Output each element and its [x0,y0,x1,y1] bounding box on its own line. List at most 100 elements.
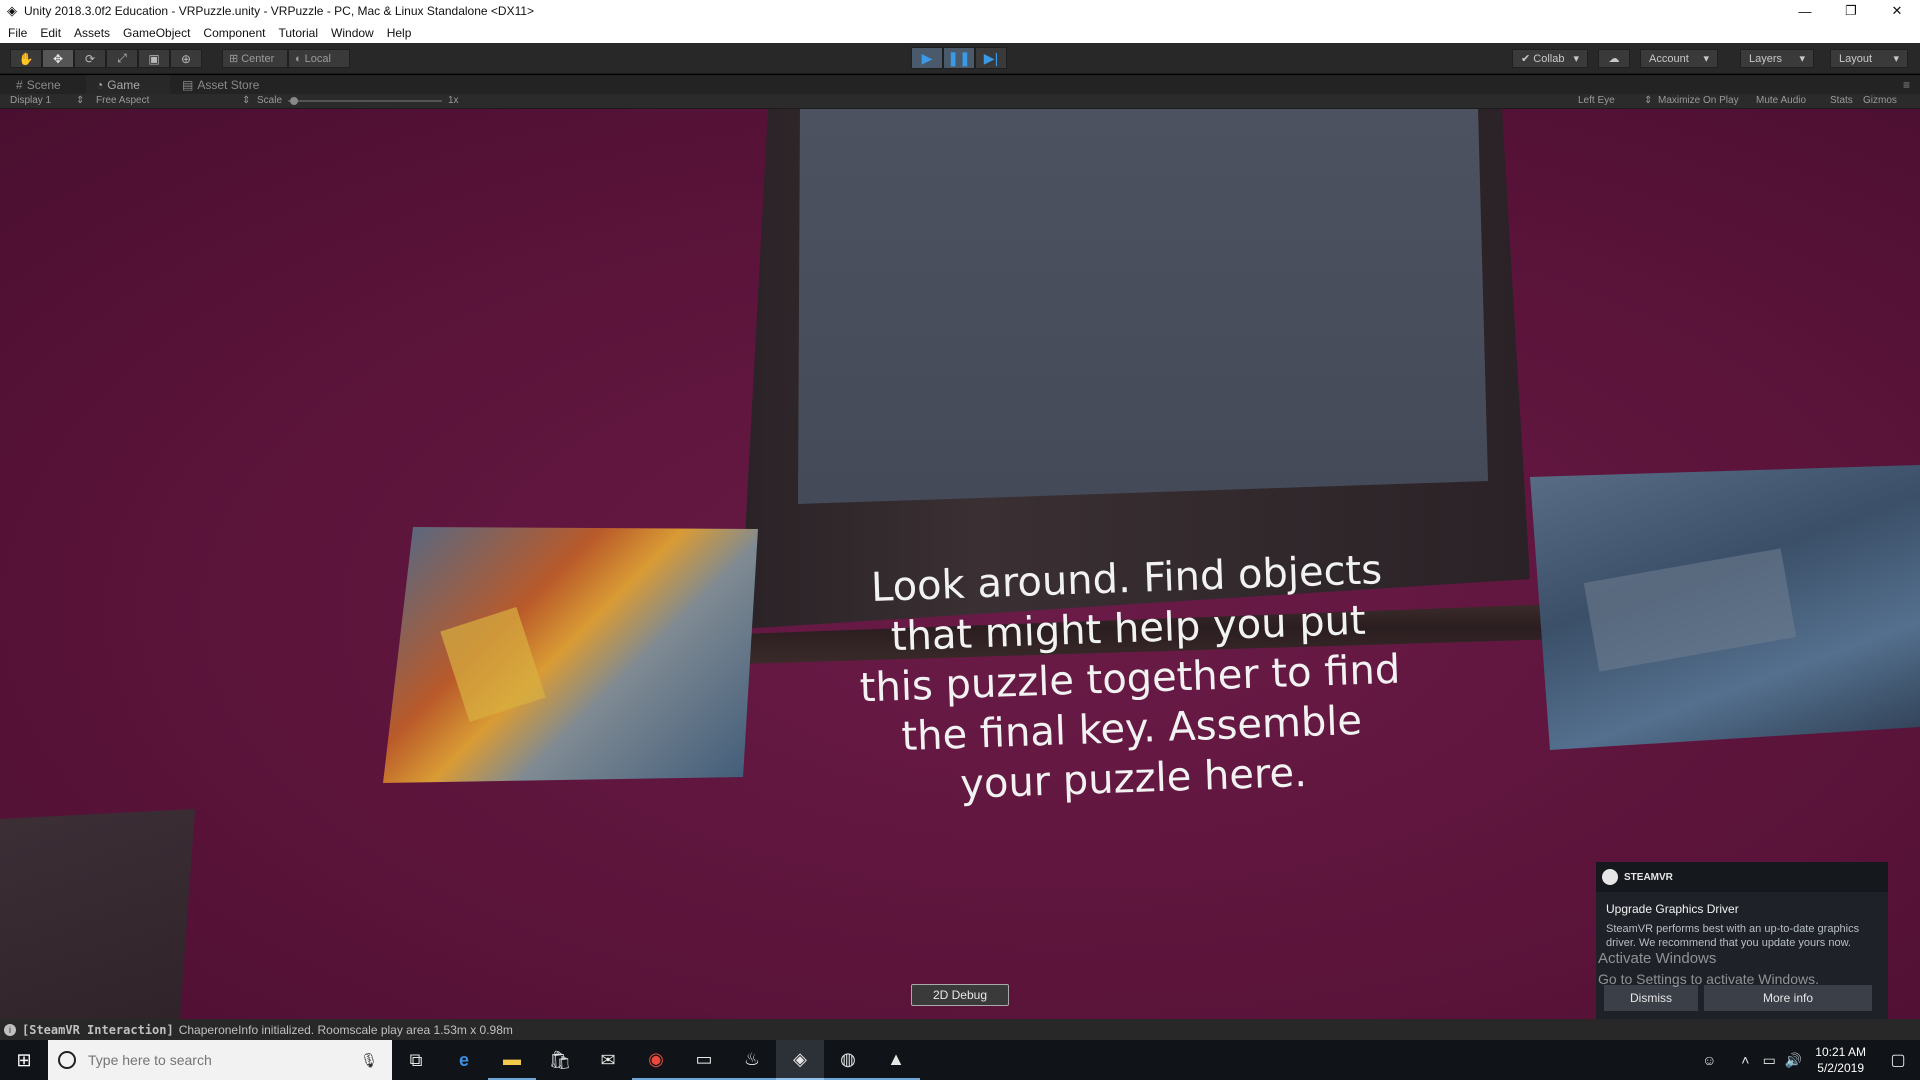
search-input[interactable] [88,1052,348,1068]
info-icon: i [4,1023,16,1036]
steamvr-brand: STEAMVR [1624,871,1673,883]
steamvr-notification: STEAMVR Upgrade Graphics Driver SteamVR … [1596,862,1888,1019]
eye-dropdown[interactable]: Left Eye [1578,95,1615,106]
menu-window[interactable]: Window [331,26,374,40]
windows-taskbar: ⊞ 🎙 ⧉ e ▬ 🛍 ✉ ◉ ▭ ♨ ◈ ◍ ▲ ☺ ˄ ▭ 🔊 10:21 … [0,1040,1920,1080]
windows-start-icon[interactable]: ⊞ [0,1040,48,1080]
show-hidden-icons-icon[interactable]: ˄ [1733,1052,1757,1068]
activate-windows-watermark: Activate Windows Go to Settings to activ… [1598,948,1819,990]
pivot-center-toggle[interactable]: ⊞ Center [222,49,288,68]
photos-icon[interactable]: ▲ [872,1040,920,1080]
dropdown-arrow-icon: ⇕ [242,95,251,106]
minimize-button[interactable]: — [1782,0,1828,22]
scale-value: 1x [448,95,459,106]
menu-help[interactable]: Help [387,26,412,40]
table-corner [0,809,195,1019]
mute-audio-toggle[interactable]: Mute Audio [1756,95,1806,106]
notification-body: SteamVR performs best with an up-to-date… [1606,923,1860,949]
pause-button[interactable]: ❚❚ [943,47,975,69]
steam-icon[interactable]: ♨ [728,1040,776,1080]
steamvr-header: STEAMVR [1596,862,1888,892]
tab-game[interactable]: ◔ Game [86,75,170,94]
play-button[interactable]: ▶ [911,47,943,69]
puzzle-photo-left [383,527,758,783]
rotate-tool-icon[interactable]: ⟳ [74,49,106,68]
debug-2d-button[interactable]: 2D Debug [911,984,1009,1006]
maximize-on-play-toggle[interactable]: Maximize On Play [1658,95,1739,106]
cloud-icon[interactable]: ☁ [1598,49,1630,68]
menu-component[interactable]: Component [203,26,265,40]
close-button[interactable]: ✕ [1874,0,1920,22]
scale-slider[interactable] [288,100,442,102]
watermark-subtitle: Go to Settings to activate Windows. [1598,971,1819,987]
transform-tool-icon[interactable]: ⊕ [170,49,202,68]
task-view-icon[interactable]: ⧉ [392,1040,440,1080]
system-tray: ☺ ˄ ▭ 🔊 10:21 AM 5/2/2019 ▢ [1697,1040,1920,1080]
clock-time: 10:21 AM [1815,1045,1866,1059]
hand-tool-icon[interactable]: ✋ [10,49,42,68]
oculus-icon[interactable]: ▭ [680,1040,728,1080]
store-icon[interactable]: 🛍 [536,1040,584,1080]
aspect-dropdown[interactable]: Free Aspect [96,95,149,106]
tab-scene[interactable]: # Scene [6,75,71,94]
cortana-icon [58,1051,76,1069]
menu-gameobject[interactable]: GameObject [123,26,190,40]
store-icon: ▤ [182,77,194,92]
layers-dropdown[interactable]: Layers ▾ [1740,49,1814,68]
puzzle-photo-right [1530,465,1920,750]
steam-logo-icon [1602,869,1618,885]
status-message: ChaperoneInfo initialized. Roomscale pla… [178,1022,513,1037]
puzzle-board [798,109,1488,504]
notification-heading: Upgrade Graphics Driver [1606,902,1739,916]
step-button[interactable]: ▶| [975,47,1007,69]
display-dropdown[interactable]: Display 1 [10,95,51,106]
main-toolbar: ✋ ✥ ⟳ ⤢ ▣ ⊕ ⊞ Center ◐ Local ▶ ❚❚ ▶| ✔ Col… [0,43,1920,74]
menu-bar: File Edit Assets GameObject Component Tu… [0,22,1920,43]
account-dropdown[interactable]: Account ▾ [1640,49,1718,68]
notification-center-icon[interactable]: ▢ [1876,1040,1920,1080]
scale-tool-icon[interactable]: ⤢ [106,49,138,68]
taskbar-clock[interactable]: 10:21 AM 5/2/2019 [1815,1044,1866,1076]
microphone-icon[interactable]: 🎙 [360,1052,378,1069]
edge-browser-icon[interactable]: e [440,1040,488,1080]
unity-taskbar-icon[interactable]: ◈ [776,1040,824,1080]
rect-tool-icon[interactable]: ▣ [138,49,170,68]
tab-options-icon[interactable]: ≡ [1893,75,1920,94]
file-explorer-icon[interactable]: ▬ [488,1040,536,1080]
watermark-title: Activate Windows [1598,950,1717,967]
instruction-text: Look around. Find objects that might hel… [859,547,1401,808]
chrome-icon[interactable]: ◉ [632,1040,680,1080]
menu-edit[interactable]: Edit [40,26,61,40]
pivot-local-toggle[interactable]: ◐ Local [288,49,350,68]
dropdown-arrow-icon: ⇕ [1644,95,1653,106]
game-view-toolbar: Display 1 ⇕ Free Aspect ⇕ Scale 1x Left … [0,94,1920,109]
tab-asset-store[interactable]: ▤ Asset Store [172,75,269,94]
scene-icon: # [16,77,23,92]
mail-icon[interactable]: ✉ [584,1040,632,1080]
network-icon[interactable]: ▭ [1757,1052,1781,1069]
status-tag: [SteamVR Interaction] [22,1022,174,1037]
stats-toggle[interactable]: Stats [1830,95,1853,106]
volume-icon[interactable]: 🔊 [1781,1052,1805,1069]
view-tabs: # Scene ◔ Game ▤ Asset Store ≡ [0,75,1920,94]
taskbar-search[interactable]: 🎙 [48,1040,392,1080]
people-icon[interactable]: ☺ [1697,1052,1721,1068]
collab-dropdown[interactable]: ✔ Collab ▾ [1512,49,1588,68]
layout-dropdown[interactable]: Layout ▾ [1830,49,1908,68]
title-bar: ◈ Unity 2018.3.0f2 Education - VRPuzzle.… [0,0,1920,22]
clock-date: 5/2/2019 [1817,1061,1864,1075]
scale-slider-handle[interactable] [290,97,298,105]
move-tool-icon[interactable]: ✥ [42,49,74,68]
dropdown-arrow-icon: ⇕ [76,95,85,106]
scale-label: Scale [257,95,283,106]
unity-logo-icon: ◈ [7,3,17,18]
game-icon: ◔ [96,77,104,92]
menu-file[interactable]: File [8,26,27,40]
menu-tutorial[interactable]: Tutorial [278,26,318,40]
gizmos-dropdown[interactable]: Gizmos [1863,95,1897,106]
console-status-bar[interactable]: i [SteamVR Interaction] ChaperoneInfo in… [0,1019,1920,1040]
window-title: Unity 2018.3.0f2 Education - VRPuzzle.un… [24,4,535,18]
maximize-button[interactable]: ❐ [1828,0,1874,22]
steamvr-icon[interactable]: ◍ [824,1040,872,1080]
menu-assets[interactable]: Assets [74,26,110,40]
